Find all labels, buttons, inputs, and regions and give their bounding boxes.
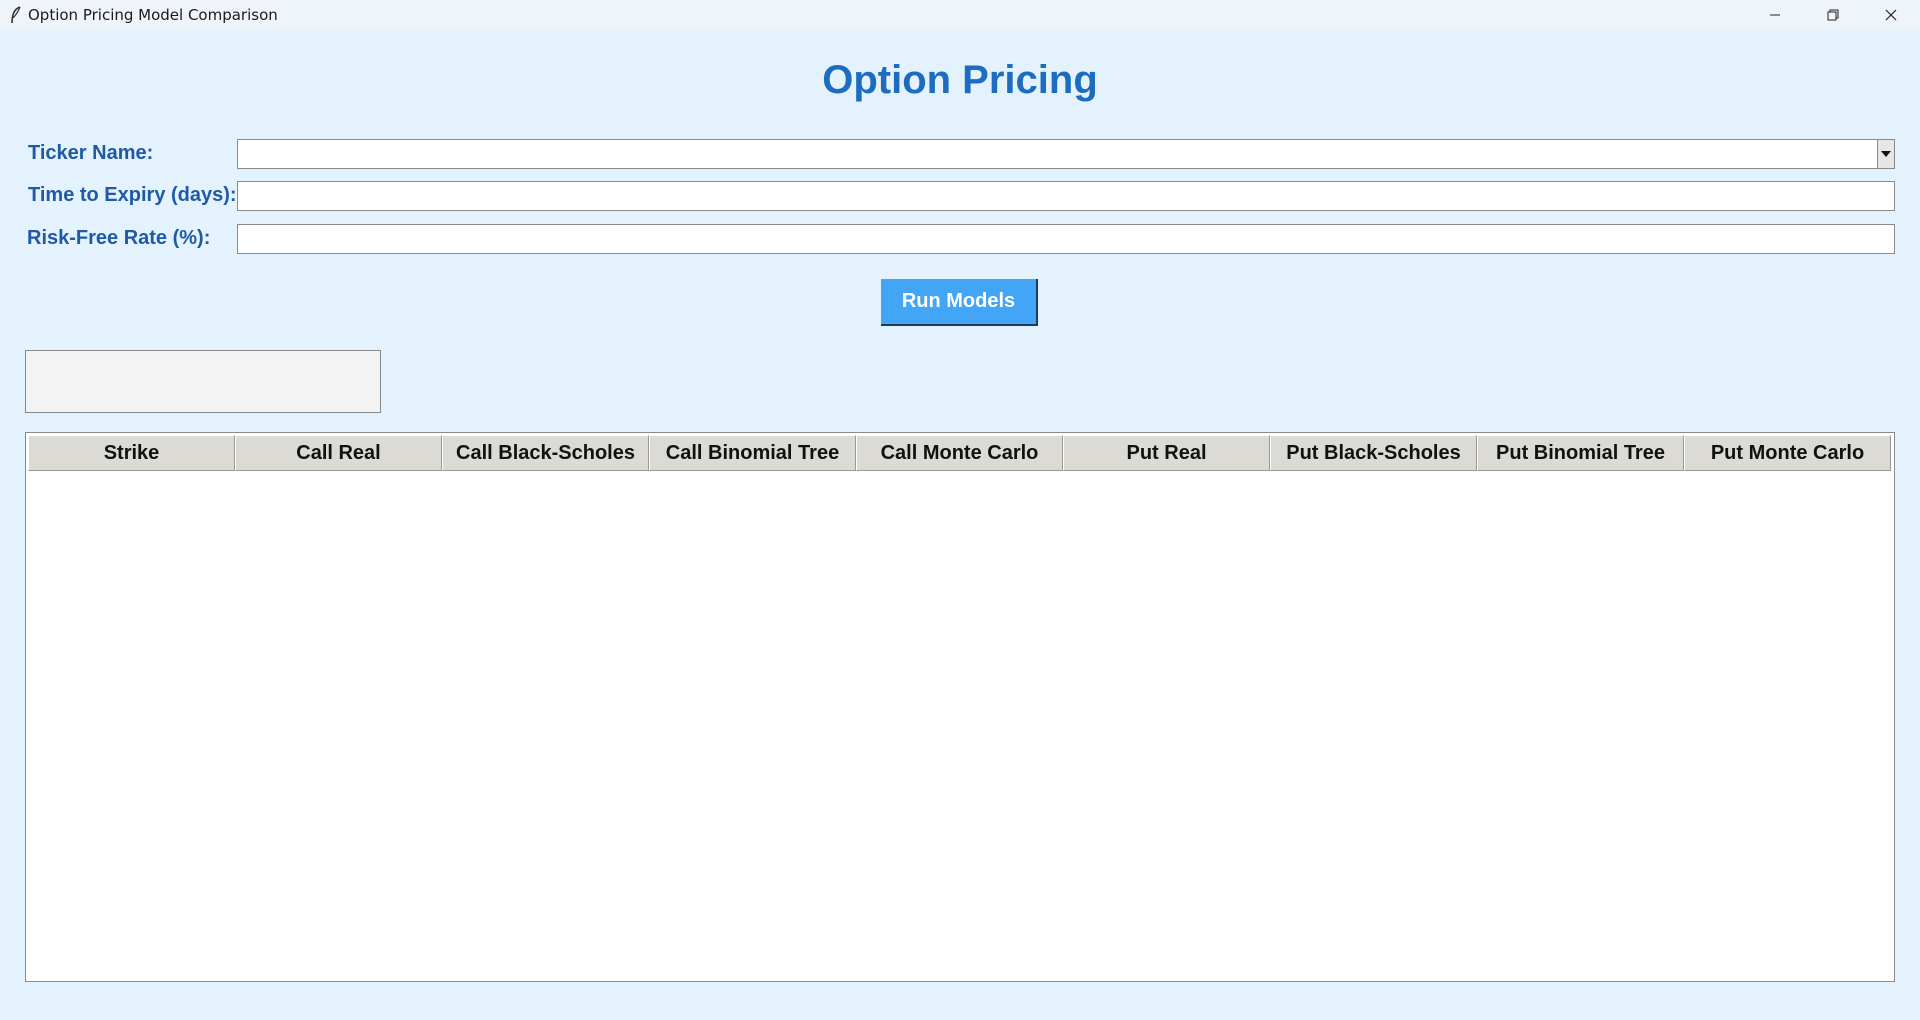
- column-header[interactable]: Put Binomial Tree: [1477, 435, 1684, 471]
- column-header[interactable]: Call Binomial Tree: [649, 435, 856, 471]
- run-models-button[interactable]: Run Models: [881, 279, 1038, 326]
- feather-app-icon: [6, 0, 26, 29]
- column-header[interactable]: Strike: [28, 435, 235, 471]
- restore-icon[interactable]: [1804, 0, 1862, 29]
- expiry-input[interactable]: [237, 181, 1895, 211]
- column-header[interactable]: Put Monte Carlo: [1684, 435, 1891, 471]
- table-header: Strike Call Real Call Black-Scholes Call Bi…: [28, 435, 1891, 471]
- column-header[interactable]: Put Black-Scholes: [1270, 435, 1477, 471]
- ticker-label: Ticker Name:: [28, 142, 154, 164]
- chevron-down-icon[interactable]: [1877, 140, 1894, 168]
- column-header[interactable]: Call Black-Scholes: [442, 435, 649, 471]
- rate-label: Risk-Free Rate (%):: [27, 227, 211, 249]
- main-panel: Option Pricing Ticker Name: Time to Expi…: [0, 29, 1920, 1020]
- page-title: Option Pricing: [822, 58, 1098, 102]
- ticker-combobox[interactable]: [237, 139, 1895, 169]
- close-icon[interactable]: [1862, 0, 1920, 29]
- status-box: [25, 350, 381, 413]
- window-title: Option Pricing Model Comparison: [28, 5, 278, 24]
- column-header[interactable]: Call Monte Carlo: [856, 435, 1063, 471]
- column-header[interactable]: Call Real: [235, 435, 442, 471]
- window-controls: [1746, 0, 1920, 29]
- rate-input[interactable]: [237, 224, 1895, 254]
- window-titlebar: Option Pricing Model Comparison: [0, 0, 1920, 29]
- expiry-label: Time to Expiry (days):: [28, 184, 237, 206]
- results-table[interactable]: Strike Call Real Call Black-Scholes Call Bi…: [25, 432, 1895, 982]
- column-header[interactable]: Put Real: [1063, 435, 1270, 471]
- minimize-icon[interactable]: [1746, 0, 1804, 29]
